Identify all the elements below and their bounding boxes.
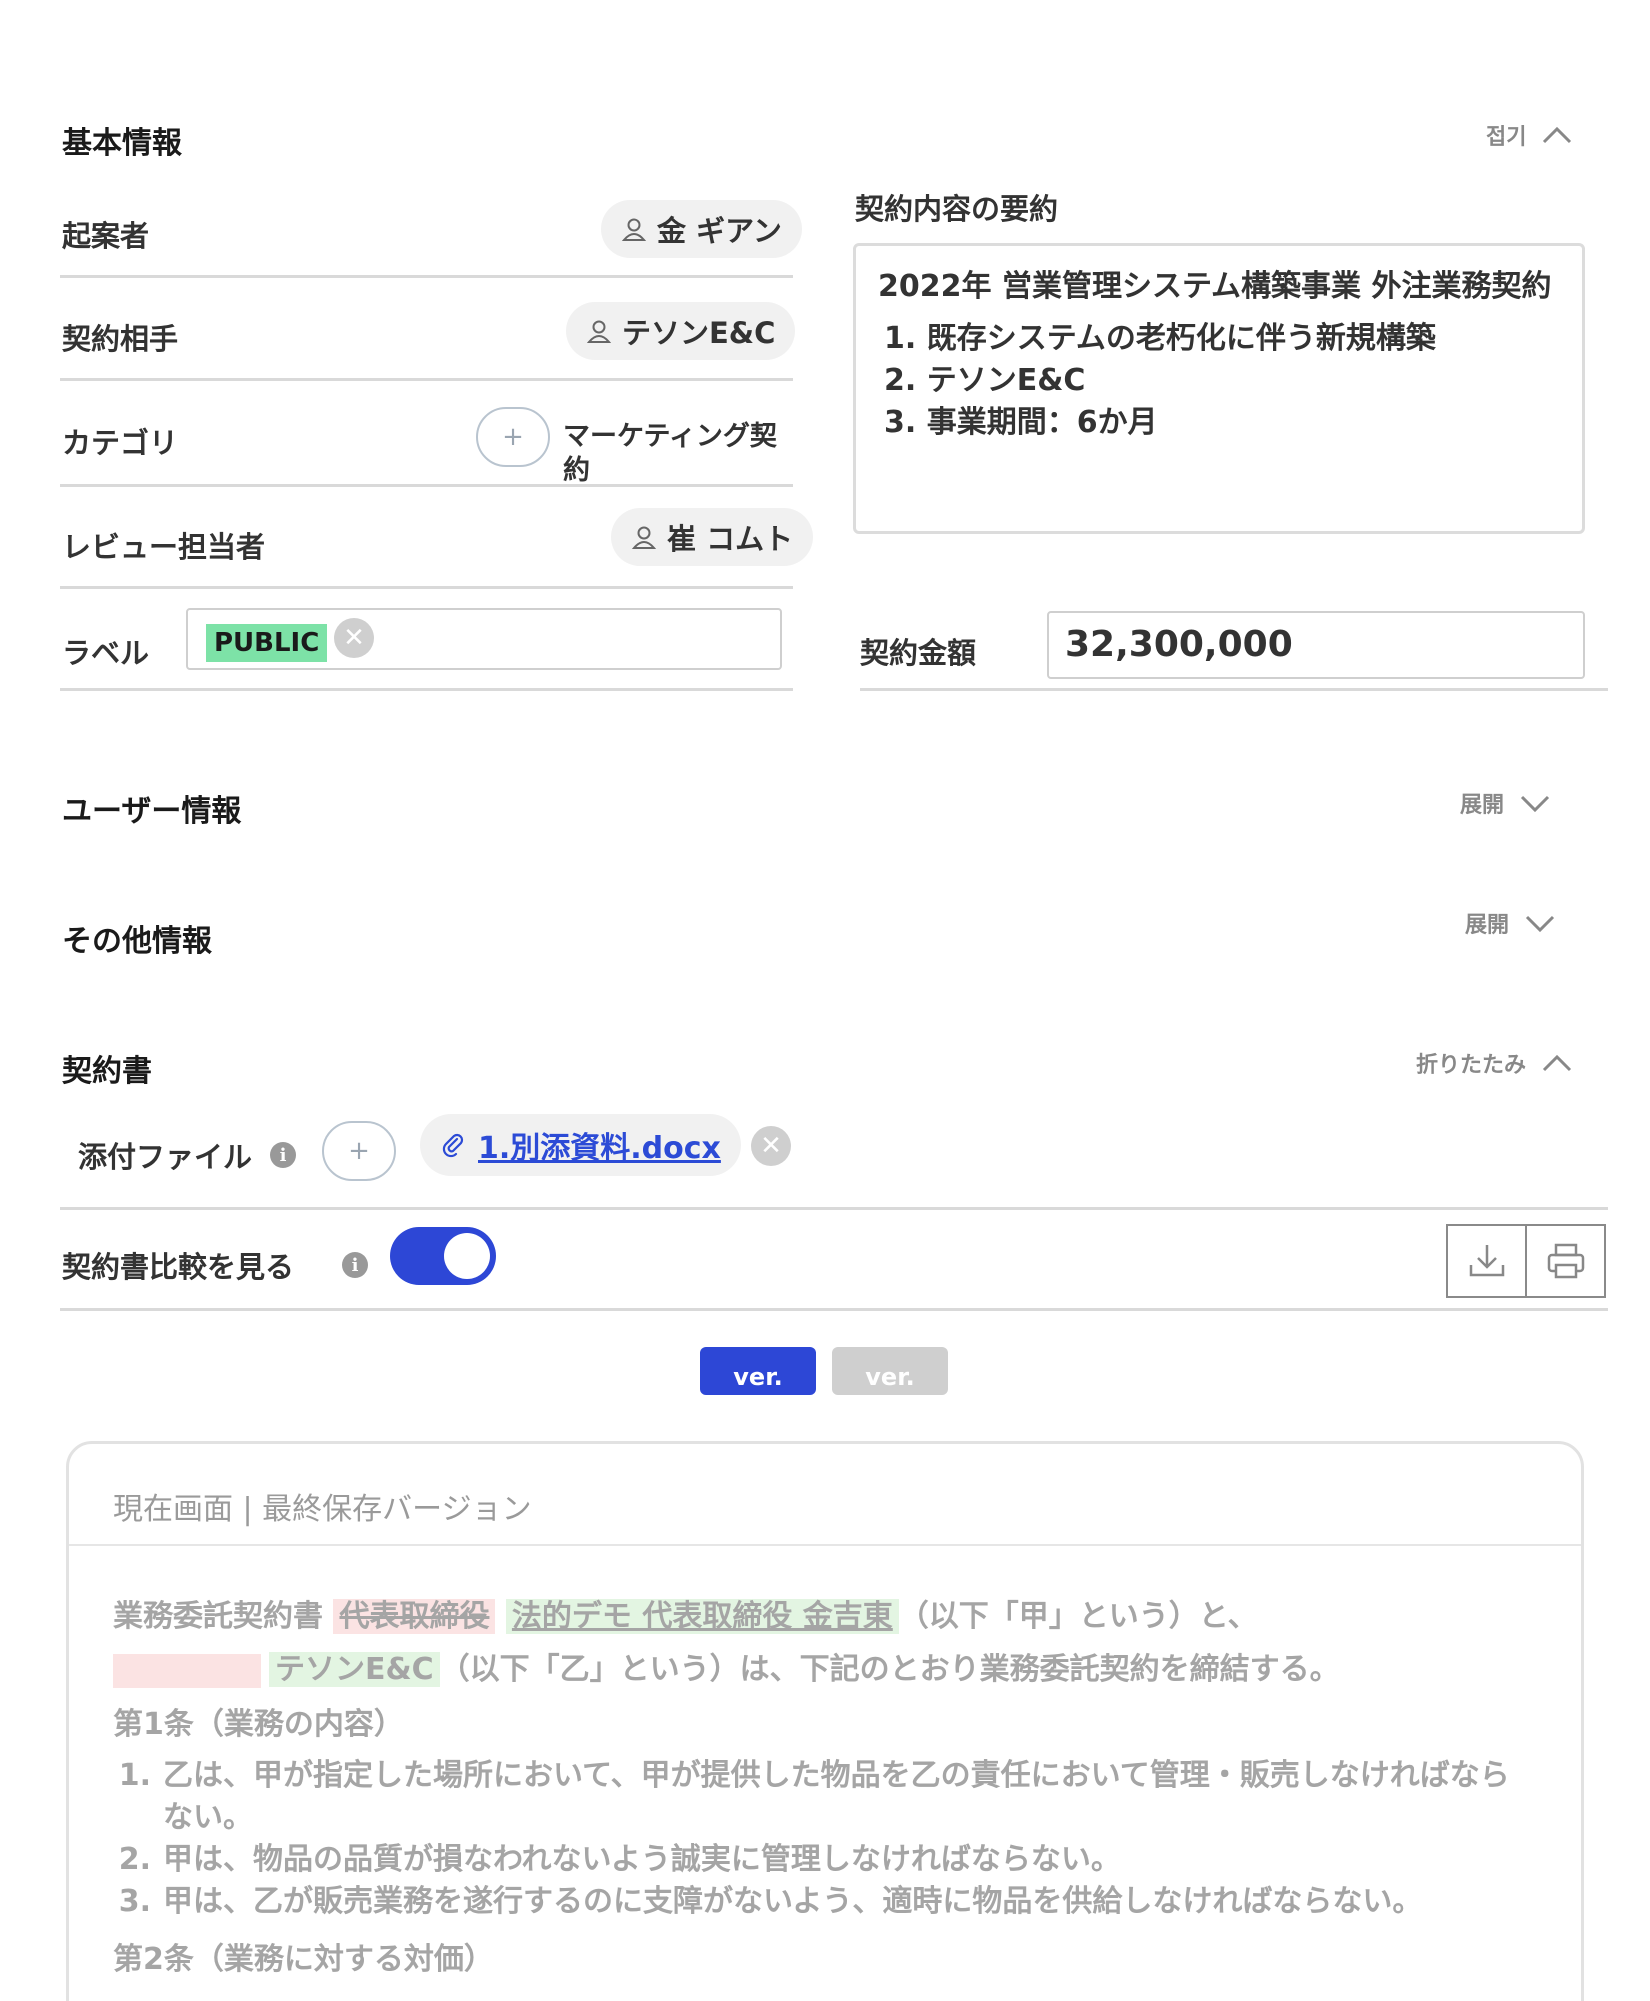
doc-view-header: 現在画面 | 最終保存バージョン (113, 1492, 532, 1527)
doc-paragraph: テソンE&C （以下「乙」という）は、下記のとおり業務委託契約を締結する。 (113, 1643, 1533, 1696)
attach-label: 添付ファイル (78, 1140, 253, 1174)
doc-article-heading: 第1条（業務の内容） (113, 1707, 404, 1742)
clause-number: 2. (118, 1842, 151, 1877)
label-tag-public: PUBLIC (206, 624, 328, 662)
expand-label: 展開 (1465, 913, 1510, 938)
divider (60, 688, 793, 691)
doc-clause-list: 1. 乙は、甲が指定した場所において、甲が提供した物品を乙の責任において管理・販売… (113, 1755, 1533, 1923)
divider (860, 688, 1608, 691)
drafter-chip[interactable]: 金 ギアン (601, 200, 802, 258)
download-button[interactable] (1448, 1226, 1525, 1296)
version-button-other[interactable]: ver. (832, 1347, 948, 1395)
add-attachment-button[interactable]: + (322, 1121, 396, 1181)
compare-toggle-switch[interactable] (390, 1227, 496, 1285)
user-icon (631, 526, 657, 549)
inserted-text: テソンE&C (269, 1652, 440, 1687)
paperclip-icon (442, 1133, 464, 1158)
other-info-expand-toggle[interactable]: 展開 (1465, 906, 1557, 940)
info-icon[interactable]: i (342, 1252, 368, 1278)
chevron-up-icon (1543, 126, 1572, 144)
partner-label: 契約相手 (62, 322, 179, 356)
remove-attachment-icon[interactable]: ✕ (751, 1126, 791, 1166)
doc-clause: 2. 甲は、物品の品質が損なわれないよう誠実に管理しなければならない。 (113, 1839, 1533, 1881)
clause-text: 乙は、甲が指定した場所において、甲が提供した物品を乙の責任において管理・販売しな… (163, 1758, 1510, 1835)
deleted-text: 代表取締役 (333, 1599, 496, 1634)
inserted-text: 法的デモ 代表取締役 金吉東 (505, 1599, 899, 1634)
printer-icon (1547, 1243, 1584, 1279)
doc-text: （以下「乙」という）は、下記のとおり業務委託契約を締結する。 (439, 1652, 1340, 1687)
user-icon (621, 218, 647, 241)
document-body: 業務委託契約書 代表取締役 法的デモ 代表取締役 金吉東 （以下「甲」という）と、… (113, 1590, 1533, 1986)
section-title-basic: 基本情報 (62, 126, 182, 161)
chevron-down-icon (1520, 795, 1550, 813)
remove-tag-icon[interactable]: ✕ (334, 618, 374, 658)
deleted-block (113, 1653, 261, 1688)
attachment-chip[interactable]: 1.別添資料.docx (420, 1114, 741, 1176)
clause-text: 甲は、乙が販売業務を遂行するのに支障がないよう、適時に物品を供給しなければならな… (163, 1884, 1423, 1919)
summary-item: 3. 事業期間：6か月 (884, 405, 1158, 440)
divider (69, 1544, 1581, 1546)
version-button-current[interactable]: ver. (700, 1347, 816, 1395)
chevron-down-icon (1525, 915, 1555, 933)
summary-box: 2022年 営業管理システム構築事業 外注業務契約 1. 既存システムの老朽化に… (853, 243, 1585, 534)
basic-collapse-toggle[interactable]: 접기 (1486, 118, 1574, 152)
summary-title: 2022年 営業管理システム構築事業 外注業務契約 (878, 269, 1552, 304)
amount-label: 契約金額 (860, 636, 977, 670)
collapse-label: 접기 (1486, 125, 1527, 150)
doc-article-heading: 第2条（業務に対する対価） (113, 1942, 494, 1977)
add-category-button[interactable]: + (476, 407, 550, 467)
download-icon (1469, 1245, 1504, 1277)
divider (60, 1207, 1608, 1210)
doc-clause: 3. 甲は、乙が販売業務を遂行するのに支障がないよう、適時に物品を供給しなければな… (113, 1881, 1533, 1923)
divider (60, 586, 793, 589)
section-title-other-info: その他情報 (62, 924, 212, 959)
doc-clause: 1. 乙は、甲が指定した場所において、甲が提供した物品を乙の責任において管理・販売… (113, 1755, 1533, 1839)
label-field-label: ラベル (62, 636, 150, 670)
drafter-label: 起案者 (62, 219, 150, 253)
clause-text: 甲は、物品の品質が損なわれないよう誠実に管理しなければならない。 (163, 1842, 1121, 1877)
section-title-user-info: ユーザー情報 (62, 794, 242, 829)
partner-chip[interactable]: テソンE&C (566, 302, 796, 360)
divider (60, 1308, 1608, 1311)
chevron-up-icon (1542, 1054, 1572, 1072)
section-title-contract: 契約書 (62, 1054, 152, 1089)
expand-label: 展開 (1460, 793, 1505, 818)
doc-action-group (1446, 1224, 1606, 1298)
clause-number: 1. (118, 1758, 151, 1793)
document-preview-card: 現在画面 | 最終保存バージョン 業務委託契約書 代表取締役 法的デモ 代表取締… (66, 1441, 1584, 2001)
summary-list: 1. 既存システムの老朽化に伴う新規構築 2. テソンE&C 3. 事業期間：6… (878, 318, 1560, 444)
reviewer-label: レビュー担当者 (62, 530, 266, 564)
reviewer-value: 崔 コムト (667, 522, 794, 556)
info-icon[interactable]: i (270, 1142, 296, 1168)
doc-text: 業務委託契約書 (113, 1599, 323, 1634)
user-info-expand-toggle[interactable]: 展開 (1460, 786, 1552, 820)
divider (60, 378, 793, 381)
compare-label: 契約書比較を見る (62, 1250, 295, 1284)
label-input[interactable]: PUBLIC ✕ (186, 608, 782, 670)
category-value: マーケティング契約 (563, 421, 777, 486)
attachment-link[interactable]: 1.別添資料.docx (478, 1123, 721, 1167)
divider (60, 275, 793, 278)
doc-text: （以下「甲」という）と、 (898, 1599, 1258, 1634)
switch-knob (444, 1233, 490, 1279)
reviewer-chip[interactable]: 崔 コムト (611, 508, 814, 566)
user-icon (586, 320, 612, 343)
contract-collapse-toggle[interactable]: 折りたたみ (1416, 1046, 1574, 1080)
partner-value: テソンE&C (622, 316, 776, 350)
drafter-value: 金 ギアン (657, 214, 782, 248)
divider (60, 484, 793, 487)
category-label: カテゴリ (62, 426, 179, 460)
print-button[interactable] (1525, 1226, 1604, 1296)
amount-input[interactable]: 32,300,000 (1047, 611, 1585, 679)
summary-item: 2. テソンE&C (884, 363, 1086, 398)
summary-item: 1. 既存システムの老朽化に伴う新規構築 (884, 321, 1436, 356)
doc-paragraph: 業務委託契約書 代表取締役 法的デモ 代表取締役 金吉東 （以下「甲」という）と、 (113, 1590, 1533, 1643)
collapse-label: 折りたたみ (1416, 1053, 1527, 1078)
summary-heading: 契約内容の要約 (855, 192, 1059, 226)
clause-number: 3. (118, 1884, 151, 1919)
